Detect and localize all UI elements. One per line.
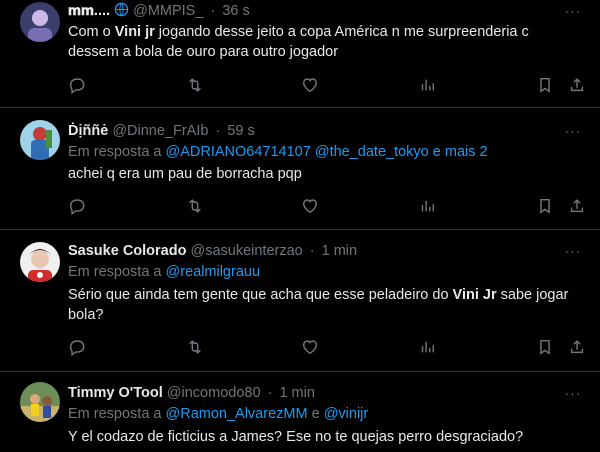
- text-segment: Sério que ainda tem gente que acha que e…: [68, 287, 453, 303]
- tweet[interactable]: Timmy O'Tool @incomodo80 · 1 min ··· Em …: [0, 372, 600, 452]
- tweet-text: Com o Vini jr jogando desse jeito a copa…: [68, 22, 580, 62]
- tweet[interactable]: Ḋịññė @Dinne_FrAIb · 59 s ··· Em respost…: [0, 108, 600, 230]
- avatar[interactable]: [20, 242, 60, 282]
- text-bold-segment: Vini jr: [114, 24, 155, 40]
- tweet[interactable]: Sasuke Colorado @sasukeinterzao · 1 min …: [0, 230, 600, 372]
- avatar[interactable]: [20, 382, 60, 422]
- more-icon[interactable]: ···: [562, 386, 584, 400]
- mention-link[interactable]: @vinijr: [324, 406, 369, 422]
- reply-context: Em resposta a @ADRIANO64714107 @the_date…: [68, 143, 580, 161]
- share-icon[interactable]: [568, 197, 588, 217]
- more-icon[interactable]: ···: [562, 4, 584, 18]
- text-bold-segment: Vini Jr: [452, 287, 497, 303]
- mention-link[interactable]: @the_date_tokyo: [315, 144, 429, 160]
- text-segment: achei q era um pau de borracha pqp: [68, 166, 302, 182]
- reply-icon[interactable]: [68, 76, 88, 96]
- action-bar: [68, 76, 588, 96]
- bookmark-icon[interactable]: [536, 197, 556, 217]
- display-name[interactable]: Ḋịññė: [68, 123, 108, 139]
- action-bar: [68, 338, 588, 358]
- display-name[interactable]: Sasuke Colorado: [68, 243, 186, 259]
- handle[interactable]: @incomodo80: [167, 385, 261, 401]
- separator-dot: ·: [215, 123, 221, 139]
- share-icon[interactable]: [568, 76, 588, 96]
- display-name[interactable]: Timmy O'Tool: [68, 385, 163, 401]
- reply-conjunction: e: [311, 406, 320, 422]
- avatar[interactable]: [20, 120, 60, 160]
- timestamp[interactable]: 36 s: [222, 3, 249, 19]
- timestamp[interactable]: 1 min: [279, 385, 314, 401]
- reply-context: Em resposta a @Ramon_AlvarezMM e @vinijr: [68, 405, 580, 423]
- reply-prefix: Em resposta a: [68, 406, 166, 422]
- separator-dot: ·: [210, 3, 216, 19]
- separator-dot: ·: [309, 243, 315, 259]
- mention-link[interactable]: @realmilgrauu: [166, 264, 261, 280]
- bookmark-icon[interactable]: [536, 338, 556, 358]
- tweet-text: Sério que ainda tem gente que acha que e…: [68, 285, 580, 325]
- handle[interactable]: @MMPIS_: [133, 3, 203, 19]
- timestamp[interactable]: 59 s: [227, 123, 254, 139]
- reply-context: Em resposta a @realmilgrauu: [68, 263, 580, 281]
- retweet-icon[interactable]: [186, 197, 206, 217]
- retweet-icon[interactable]: [186, 76, 206, 96]
- bookmark-icon[interactable]: [536, 76, 556, 96]
- separator-dot: ·: [267, 385, 273, 401]
- like-icon[interactable]: [301, 338, 321, 358]
- views-icon[interactable]: [418, 76, 438, 96]
- views-icon[interactable]: [418, 197, 438, 217]
- reply-prefix: Em resposta a: [68, 144, 166, 160]
- verified-icon: [114, 2, 133, 19]
- tweet-text: achei q era um pau de borracha pqp: [68, 164, 580, 184]
- handle[interactable]: @Dinne_FrAIb: [112, 123, 208, 139]
- tweet[interactable]: 𝐦𝐦.... @MMPIS_ · 36 s ··· Com o Vini jr …: [0, 0, 600, 108]
- mention-link[interactable]: @Ramon_AlvarezMM: [166, 406, 308, 422]
- text-segment: Y el codazo de ficticius a James? Ese no…: [68, 429, 524, 445]
- action-bar: [68, 197, 588, 217]
- retweet-icon[interactable]: [186, 338, 206, 358]
- reply-icon[interactable]: [68, 338, 88, 358]
- mention-link[interactable]: @ADRIANO64714107: [166, 144, 311, 160]
- display-name[interactable]: 𝐦𝐦....: [68, 3, 110, 19]
- more-icon[interactable]: ···: [562, 244, 584, 258]
- more-icon[interactable]: ···: [562, 124, 584, 138]
- like-icon[interactable]: [301, 197, 321, 217]
- views-icon[interactable]: [418, 338, 438, 358]
- tweet-text: Y el codazo de ficticius a James? Ese no…: [68, 427, 580, 447]
- reply-prefix: Em resposta a: [68, 264, 166, 280]
- avatar[interactable]: [20, 2, 60, 42]
- like-icon[interactable]: [301, 76, 321, 96]
- handle[interactable]: @sasukeinterzao: [190, 243, 302, 259]
- more-mentions-link[interactable]: e mais 2: [433, 144, 488, 160]
- share-icon[interactable]: [568, 338, 588, 358]
- reply-icon[interactable]: [68, 197, 88, 217]
- timestamp[interactable]: 1 min: [322, 243, 357, 259]
- text-segment: Com o: [68, 24, 115, 40]
